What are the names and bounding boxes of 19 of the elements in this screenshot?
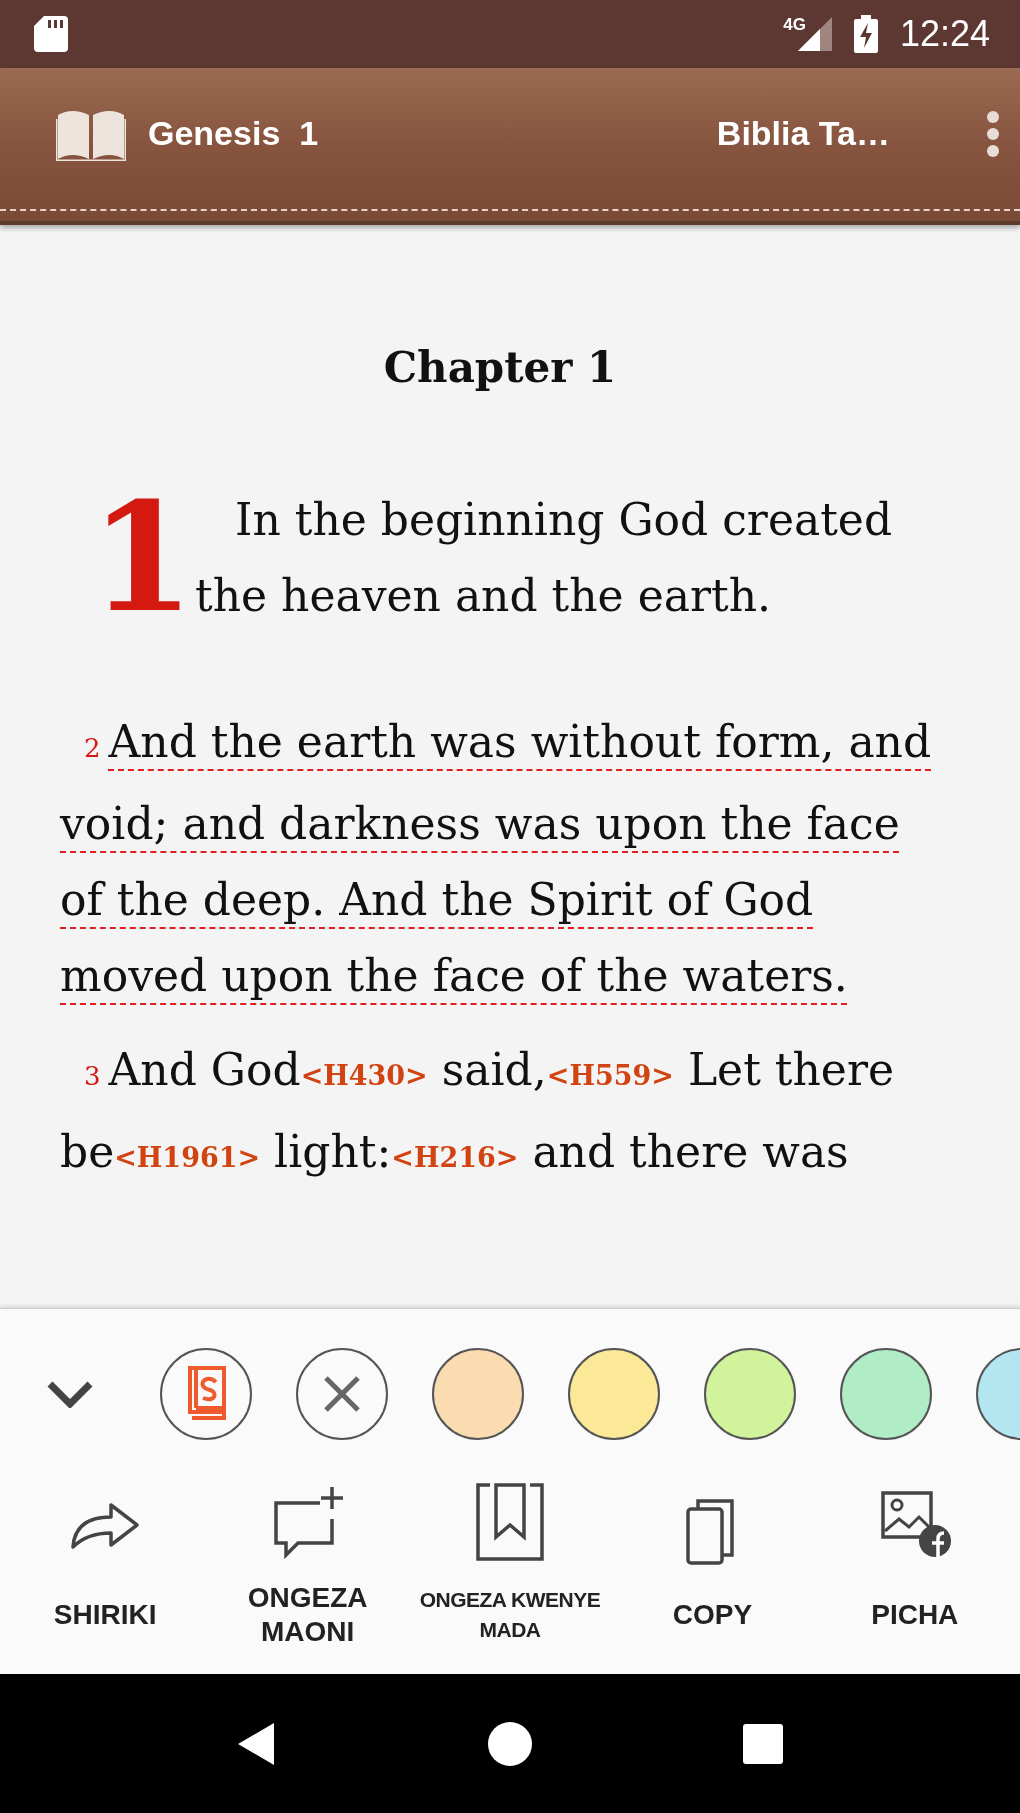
verse-text[interactable]: In the beginning God created the heaven and the earth. (195, 482, 940, 634)
action-button[interactable]: SHIRIKI (4, 1479, 207, 1654)
chevron-down-icon[interactable] (46, 1380, 94, 1408)
verse-number: 1 (89, 492, 195, 622)
battery-charging-icon (853, 15, 878, 53)
more-options-icon[interactable] (986, 109, 1000, 158)
action-button[interactable]: COPY (611, 1479, 814, 1654)
action-button[interactable]: ONGEZA MAONI (206, 1479, 409, 1654)
home-icon[interactable] (487, 1720, 533, 1767)
chapter-heading: Chapter 1 (382, 343, 618, 392)
book-chapter-title[interactable]: Genesis 1 (148, 114, 717, 153)
sd-card-icon (34, 16, 68, 52)
network-type: 4G (783, 15, 806, 35)
verse-text[interactable]: 3 And God<H430> said,<H559> Let there be<H1961> light:<H216> and there was (60, 1032, 940, 1196)
clock: 12:24 (899, 13, 990, 55)
action-button[interactable]: ONGEZA KWENYE MADA (408, 1479, 612, 1654)
action-button[interactable]: PICHA (813, 1479, 1016, 1654)
bible-version[interactable]: Biblia Ta… (716, 114, 890, 153)
verse-text[interactable]: 2 And the earth was without form, and void; and darkness was upon the face of the deep. And the Spirit of God moved upon the face of the waters. (60, 704, 940, 1014)
